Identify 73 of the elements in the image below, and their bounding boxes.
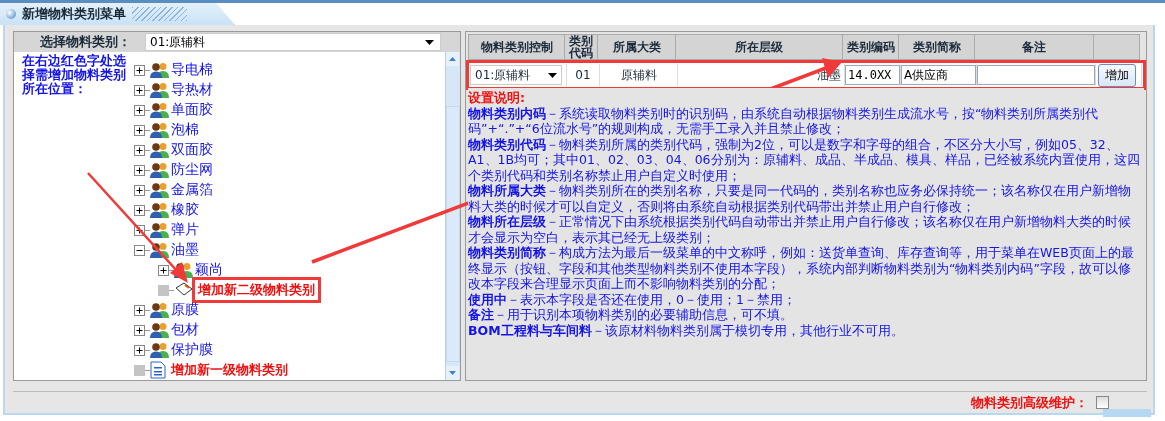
people-icon: [150, 102, 169, 118]
tree-item[interactable]: 双面胶: [171, 141, 213, 159]
expand-icon[interactable]: [158, 264, 169, 276]
people-icon: [150, 162, 169, 178]
advanced-label: 物料类别高级维护：: [971, 393, 1088, 412]
category-select[interactable]: 01:原辅料: [145, 33, 441, 51]
column-header: 类别代码: [565, 34, 598, 60]
column-header: 类别编码: [843, 34, 899, 60]
tree-item[interactable]: 导电棉: [171, 61, 213, 79]
people-icon: [150, 302, 169, 318]
note-icon: [174, 282, 193, 298]
people-icon: [150, 242, 169, 258]
add-button[interactable]: 增加: [1098, 63, 1136, 87]
resize-grip[interactable]: [1103, 409, 1151, 417]
column-header: 物料类别控制: [468, 34, 565, 60]
column-header: 所在层级: [676, 34, 843, 60]
tree-item[interactable]: 导热材: [171, 81, 213, 99]
people-icon: [150, 142, 169, 158]
window-title: 新增物料类别菜单: [22, 5, 126, 23]
expand-icon[interactable]: [134, 144, 145, 156]
note-paragraph: 备注－用于识别本项物料类别的必要辅助信息，可不填。: [468, 307, 794, 323]
class-code-field[interactable]: 14.0XX: [845, 65, 900, 85]
scroll-down-icon[interactable]: [446, 366, 459, 380]
people-icon: [150, 322, 169, 338]
advanced-checkbox[interactable]: [1096, 396, 1109, 409]
expand-icon[interactable]: [134, 304, 145, 316]
expand-icon[interactable]: [134, 164, 145, 176]
people-icon: [150, 202, 169, 218]
add-category-link[interactable]: 增加新二级物料类别: [195, 280, 318, 300]
dropdown-caret-icon: [425, 39, 434, 45]
people-icon: [150, 122, 169, 138]
column-header: 所属大类: [598, 34, 676, 60]
note-paragraph: BOM工程料与车间料－该原材料物料类别属于模切专用，其他行业不可用。: [468, 322, 905, 338]
select-label: 选择物料类别：: [40, 33, 131, 51]
instruction-text: 在右边红色字处选择需增加物料类别所在位置：: [21, 52, 127, 98]
expand-icon[interactable]: [134, 324, 145, 336]
tree-item[interactable]: 金属箔: [171, 181, 213, 199]
leaf-marker: [134, 364, 145, 376]
column-header-blank: [1094, 34, 1140, 60]
tree-item[interactable]: 原膜: [171, 301, 199, 319]
people-icon: [150, 342, 169, 358]
tree-item[interactable]: 橡胶: [171, 201, 199, 219]
expand-icon[interactable]: [134, 224, 145, 236]
note-paragraph: 物料类别简称－构成方法为最后一级菜单的中文称呼，例如：送货单查询、库存查询等，用于菜单在WEB页面上的最终显示（按钮、字段和其他类型物料类别不使用本字段），系统内部判断物料类别为“物料类别内码”字段，故可以修改本字段来合理显示页面上而不影响物料类别的分配；: [468, 245, 1135, 292]
tree-item[interactable]: 保护膜: [171, 341, 213, 359]
expand-icon[interactable]: [134, 84, 145, 96]
tree-item[interactable]: 包材: [171, 321, 199, 339]
hatch-pattern: [132, 7, 187, 21]
expand-icon[interactable]: [134, 204, 145, 216]
expand-icon[interactable]: [134, 124, 145, 136]
remark-field[interactable]: [977, 65, 1095, 85]
people-icon: [150, 182, 169, 198]
column-header: 类别简称: [899, 34, 975, 60]
short-name-field[interactable]: A供应商: [901, 65, 976, 85]
tree-item[interactable]: 泡棉: [171, 121, 199, 139]
leaf-marker: [158, 284, 169, 296]
tree-item[interactable]: 弹片: [171, 221, 199, 239]
people-icon: [150, 222, 169, 238]
people-icon: [150, 82, 169, 98]
column-header: 备注: [975, 34, 1094, 60]
expand-icon[interactable]: [134, 184, 145, 196]
tree-item[interactable]: 防尘网: [171, 161, 213, 179]
expand-icon[interactable]: [134, 64, 145, 76]
note-paragraph: 使用中－表示本字段是否还在使用，0－使用；1－禁用；: [468, 291, 797, 307]
globe-icon: [6, 9, 16, 19]
tree-item[interactable]: 油墨: [171, 241, 199, 259]
tree-item[interactable]: 颖尚: [195, 261, 223, 279]
people-icon: [150, 62, 169, 78]
expand-icon[interactable]: [134, 104, 145, 116]
tree-item[interactable]: 单面胶: [171, 101, 213, 119]
collapse-icon[interactable]: [134, 244, 145, 256]
add-category-link[interactable]: 增加新一级物料类别: [168, 360, 291, 380]
expand-icon[interactable]: [134, 344, 145, 356]
